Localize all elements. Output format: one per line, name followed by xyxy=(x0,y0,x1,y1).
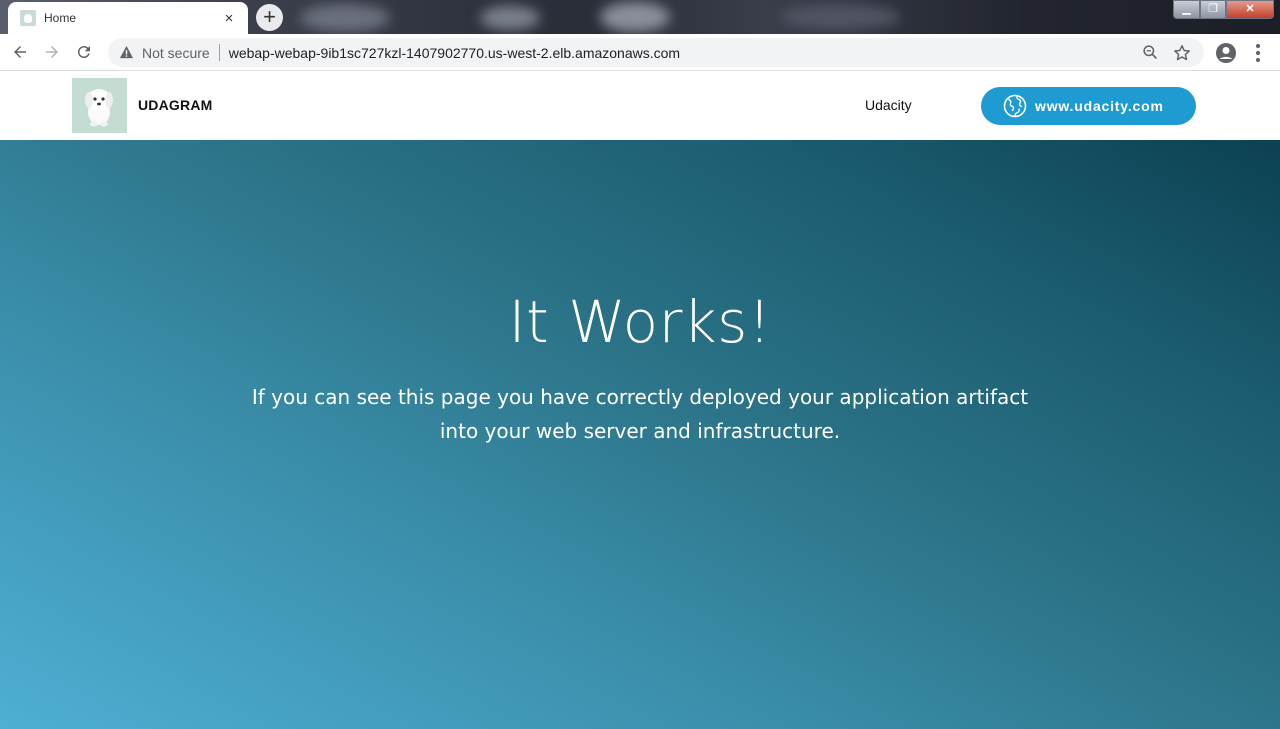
site-header: UDAGRAM Udacity www.udacity.com xyxy=(0,71,1280,140)
reload-icon xyxy=(77,46,90,59)
security-status[interactable]: Not secure xyxy=(142,45,210,61)
minimize-button[interactable]: ▁ xyxy=(1173,0,1200,19)
background-blur xyxy=(480,6,540,30)
window-controls: ▁ ❐ ✕ xyxy=(1173,0,1274,19)
tab-favicon-icon xyxy=(20,10,36,26)
kebab-menu-icon[interactable] xyxy=(1250,41,1266,65)
globe-icon xyxy=(1003,94,1027,118)
tab-title: Home xyxy=(44,11,77,25)
star-icon[interactable] xyxy=(1172,43,1192,63)
cta-label: www.udacity.com xyxy=(1035,98,1164,114)
background-blur xyxy=(780,4,900,30)
omnibox-divider xyxy=(218,44,220,61)
browser-tab-home[interactable]: Home × xyxy=(8,2,248,34)
close-window-button[interactable]: ✕ xyxy=(1226,0,1274,19)
brand-name[interactable]: UDAGRAM xyxy=(138,97,213,113)
forward-arrow-icon xyxy=(46,46,58,58)
zoom-icon[interactable] xyxy=(1140,43,1160,63)
browser-toolbar: Not secure webap-webap-9ib1sc727kzl-1407… xyxy=(0,34,1280,71)
back-button[interactable] xyxy=(8,40,32,64)
hero-description: If you can see this page you have correc… xyxy=(251,385,1029,443)
address-bar[interactable]: Not secure webap-webap-9ib1sc727kzl-1407… xyxy=(108,38,1204,67)
hero-section: It Works! If you can see this page you h… xyxy=(0,140,1280,729)
back-arrow-icon xyxy=(14,46,26,58)
new-tab-button[interactable]: + xyxy=(256,4,283,31)
maximize-button[interactable]: ❐ xyxy=(1200,0,1226,19)
warning-triangle-icon[interactable] xyxy=(118,45,134,61)
url-text[interactable]: webap-webap-9ib1sc727kzl-1407902770.us-w… xyxy=(229,45,1140,61)
dog-logo-icon[interactable] xyxy=(72,78,127,133)
nav-link-udacity[interactable]: Udacity xyxy=(865,97,912,113)
account-icon[interactable] xyxy=(1214,41,1238,65)
background-blur xyxy=(600,2,670,32)
forward-button[interactable] xyxy=(40,40,64,64)
background-blur xyxy=(300,4,390,32)
tab-close-icon[interactable]: × xyxy=(220,10,238,27)
udacity-site-button[interactable]: www.udacity.com xyxy=(981,87,1196,125)
reload-button[interactable] xyxy=(72,40,96,64)
browser-tab-strip: Home × + ▁ ❐ ✕ xyxy=(0,0,1280,34)
hero-title: It Works! xyxy=(508,288,772,356)
